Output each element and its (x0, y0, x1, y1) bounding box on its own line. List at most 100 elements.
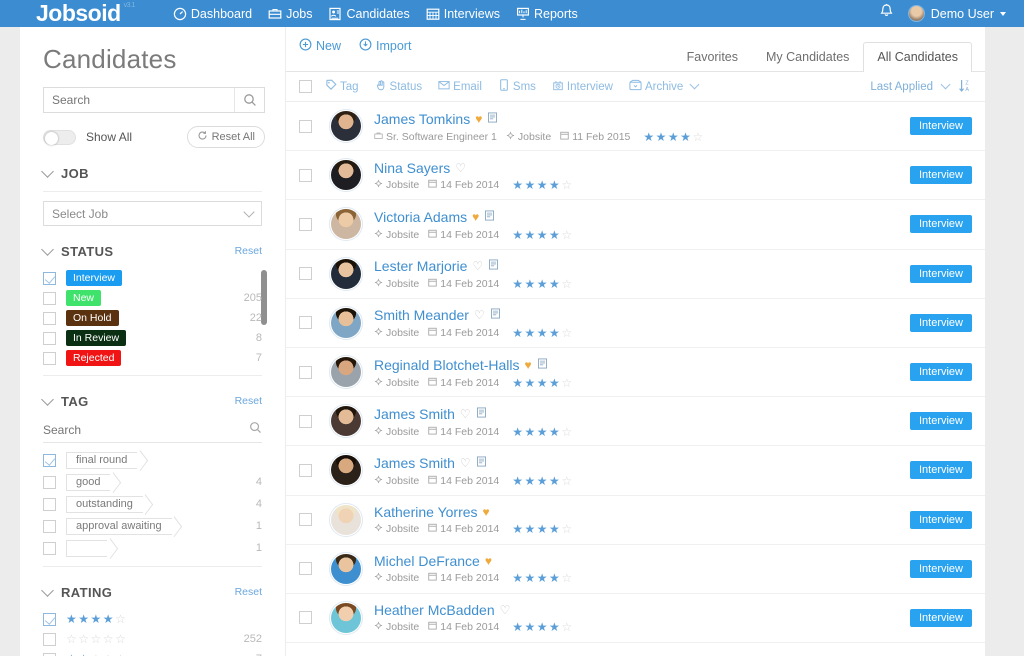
candidate-row[interactable]: Victoria Adams ♥ Jobsite 14 Feb 2014 ★ ★ ★ ★ ☆ In… (286, 200, 985, 250)
bulk-tag-button[interactable]: Tag (325, 79, 359, 94)
note-icon[interactable] (476, 405, 487, 423)
candidate-name-link[interactable]: Michel DeFrance (374, 553, 480, 569)
avatar[interactable] (329, 109, 363, 144)
status-badge[interactable]: Interview (909, 559, 972, 578)
tag-search-input[interactable] (43, 423, 249, 437)
bulk-sms-button[interactable]: Sms (498, 79, 536, 94)
sort-control[interactable]: Last Applied ZA (870, 78, 972, 96)
nav-item-reports[interactable]: Reports (516, 7, 578, 21)
tag-checkbox[interactable] (43, 453, 56, 467)
avatar[interactable] (329, 256, 363, 291)
candidate-row[interactable]: Reginald Blotchet-Halls ♥ Jobsite 14 Feb 20… (286, 348, 985, 398)
import-button[interactable]: Import (359, 38, 411, 54)
avatar[interactable] (329, 453, 363, 488)
note-icon[interactable] (488, 257, 499, 275)
rating-checkbox[interactable] (43, 612, 56, 626)
candidate-checkbox[interactable] (299, 316, 312, 330)
tag-checkbox[interactable] (43, 541, 56, 555)
status-filter-row[interactable]: Interview (43, 268, 262, 288)
rating-filter-row[interactable]: ☆ ☆ ☆ ☆ ☆ 252 (43, 629, 262, 649)
status-badge[interactable]: Interview (909, 264, 972, 283)
candidate-checkbox[interactable] (299, 168, 312, 182)
tag-checkbox[interactable] (43, 497, 56, 511)
status-badge[interactable]: Interview (909, 412, 972, 431)
tag-filter-row[interactable]: good 4 (43, 471, 262, 493)
rating-checkbox[interactable] (43, 652, 56, 656)
status-checkbox[interactable] (43, 291, 56, 305)
note-icon[interactable] (484, 208, 495, 226)
tab-favorites[interactable]: Favorites (673, 42, 752, 71)
candidate-row[interactable]: James Smith ♡ Jobsite 14 Feb 2014 ★ ★ ★ ★ ☆ Inter… (286, 397, 985, 447)
heart-outline-icon[interactable]: ♡ (472, 260, 483, 272)
heart-outline-icon[interactable]: ♡ (455, 162, 466, 174)
tab-all-candidates[interactable]: All Candidates (863, 42, 972, 72)
bulk-email-button[interactable]: Email (438, 79, 482, 94)
avatar[interactable] (329, 305, 363, 340)
bulk-status-button[interactable]: Status (375, 79, 422, 94)
heart-outline-icon[interactable]: ♡ (460, 457, 471, 469)
status-badge[interactable]: Interview (909, 215, 972, 234)
candidate-name-link[interactable]: Nina Sayers (374, 160, 450, 176)
rating-checkbox[interactable] (43, 632, 56, 646)
tag-checkbox[interactable] (43, 519, 56, 533)
candidate-name-link[interactable]: Reginald Blotchet-Halls (374, 357, 520, 373)
chevron-down-icon[interactable] (41, 242, 54, 256)
user-menu[interactable]: Demo User (907, 5, 1006, 22)
status-badge[interactable]: Interview (909, 510, 972, 529)
select-job-dropdown[interactable]: Select Job (43, 201, 262, 226)
status-checkbox[interactable] (43, 271, 56, 285)
candidate-checkbox[interactable] (299, 414, 312, 428)
tag-filter-row[interactable]: approval awaiting 1 (43, 515, 262, 537)
note-icon[interactable] (487, 110, 498, 128)
tag-filter-row[interactable]: outstanding 4 (43, 493, 262, 515)
avatar[interactable] (329, 404, 363, 439)
status-badge[interactable]: Interview (909, 461, 972, 480)
status-badge[interactable]: Interview (909, 608, 972, 627)
nav-item-jobs[interactable]: Jobs (268, 7, 312, 21)
candidate-row[interactable]: Lester Marjorie ♡ Jobsite 14 Feb 2014 ★ ★ ★ ★ ☆ I… (286, 250, 985, 299)
status-filter-row[interactable]: In Review 8 (43, 328, 262, 348)
nav-item-candidates[interactable]: Candidates (328, 7, 410, 21)
candidate-row[interactable]: James Tomkins ♥ Sr. Software Engineer 1 Job… (286, 102, 985, 152)
search-icon[interactable] (249, 421, 262, 439)
avatar[interactable] (329, 207, 363, 242)
candidate-row[interactable]: James Smith ♡ Jobsite 14 Feb 2014 ★ ★ ★ ★ ☆ Inter… (286, 446, 985, 496)
chevron-down-icon[interactable] (41, 392, 54, 406)
tab-my-candidates[interactable]: My Candidates (752, 42, 863, 71)
candidate-name-link[interactable]: Katherine Yorres (374, 504, 478, 520)
tag-filter-row[interactable]: final round (43, 449, 262, 471)
search-icon[interactable] (234, 88, 264, 112)
heart-filled-icon[interactable]: ♥ (475, 113, 482, 125)
candidate-checkbox[interactable] (299, 463, 312, 477)
heart-filled-icon[interactable]: ♥ (525, 359, 532, 371)
avatar[interactable] (329, 355, 363, 390)
status-badge[interactable]: Interview (909, 363, 972, 382)
status-reset-link[interactable]: Reset (235, 245, 262, 257)
status-badge[interactable]: Interview (909, 166, 972, 185)
tag-filter-row[interactable]: 1 (43, 537, 262, 559)
candidate-row[interactable]: Katherine Yorres ♥ Jobsite 14 Feb 2014 ★ ★ ★ ★ ☆… (286, 496, 985, 545)
chevron-down-icon[interactable] (940, 79, 951, 90)
facet-job-header[interactable]: JOB (41, 162, 262, 184)
search-input[interactable] (44, 88, 234, 112)
candidate-name-link[interactable]: Smith Meander (374, 307, 469, 323)
status-checkbox[interactable] (43, 331, 56, 345)
heart-outline-icon[interactable]: ♡ (474, 309, 485, 321)
tag-checkbox[interactable] (43, 475, 56, 489)
rating-filter-row[interactable]: ★ ★ ★ ★ ☆ (43, 609, 262, 629)
candidate-name-link[interactable]: Lester Marjorie (374, 258, 467, 274)
sort-za-desc-icon[interactable]: ZA (958, 78, 972, 96)
new-candidate-button[interactable]: New (299, 38, 341, 54)
avatar[interactable] (329, 502, 363, 537)
bulk-interview-button[interactable]: Interview (552, 79, 613, 94)
heart-outline-icon[interactable]: ♡ (500, 604, 511, 616)
chevron-down-icon[interactable] (41, 583, 54, 597)
candidate-name-link[interactable]: Heather McBadden (374, 602, 495, 618)
bell-icon[interactable] (879, 3, 894, 24)
heart-filled-icon[interactable]: ♥ (472, 211, 479, 223)
heart-filled-icon[interactable]: ♥ (485, 555, 492, 567)
avatar[interactable] (329, 551, 363, 586)
candidate-checkbox[interactable] (299, 562, 312, 576)
app-logo[interactable]: Jobsoid v3.1 (36, 2, 135, 25)
note-icon[interactable] (490, 306, 501, 324)
